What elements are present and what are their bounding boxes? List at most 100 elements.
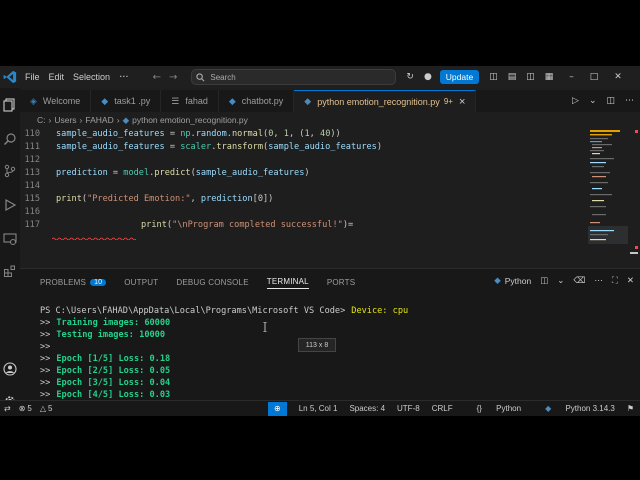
status-right: ⊕ Ln 5, Col 1 Spaces: 4 UTF-8 CRLF {} Py… (256, 401, 640, 416)
notifications-bell-icon[interactable]: ⚑ (627, 404, 634, 413)
run-dropdown-icon[interactable]: ⌄ (589, 96, 597, 106)
more-actions-icon[interactable]: ⋯ (625, 96, 634, 106)
close-tab-icon[interactable]: × (459, 96, 465, 108)
back-arrow-icon[interactable]: ← (153, 72, 161, 83)
tab-task1[interactable]: ◆ task1 .py (91, 90, 162, 112)
code-line[interactable]: 110 sample_audio_features = np.random.nor… (20, 127, 340, 140)
toggle-secondary-sidebar-icon[interactable]: ◫ (526, 72, 535, 82)
source-control-share-icon[interactable]: ↻ (406, 72, 414, 82)
tab-debug-console[interactable]: DEBUG CONSOLE (176, 275, 248, 289)
update-button[interactable]: Update (439, 70, 480, 84)
panel-more-icon[interactable]: ⋯ (594, 275, 603, 286)
terminal-line: >> Epoch [2/5] Loss: 0.05 (40, 365, 408, 377)
account-icon[interactable] (3, 362, 17, 376)
breadcrumb-drive[interactable]: C: (37, 115, 46, 125)
customize-layout-icon[interactable]: ▦ (545, 72, 554, 82)
language-mode[interactable]: {} Python (465, 404, 521, 413)
tab-terminal[interactable]: TERMINAL (266, 275, 309, 289)
warning-icon[interactable]: △ (40, 404, 46, 413)
minimize-icon[interactable]: – (569, 72, 574, 82)
terminal-prompt: >> (40, 354, 51, 364)
tab-label: task1 .py (114, 96, 151, 106)
cursor-position[interactable]: Ln 5, Col 1 (299, 404, 338, 413)
line-number: 115 (24, 193, 40, 204)
terminal-line: >> Epoch [1/5] Loss: 0.18 (40, 353, 408, 365)
breadcrumb-user[interactable]: FAHAD (85, 115, 113, 125)
error-squiggle (52, 237, 136, 240)
copilot-icon[interactable]: ● (424, 72, 432, 82)
code-line[interactable]: 113 prediction = model.predict(sample_aud… (20, 166, 309, 179)
run-file-icon[interactable]: ▷ (572, 96, 579, 106)
split-editor-icon[interactable]: ◫ (606, 96, 615, 106)
tab-ports[interactable]: PORTS (327, 275, 355, 289)
code-line[interactable]: 116 (20, 205, 56, 218)
editor-scrollbar[interactable] (630, 126, 638, 266)
end-of-line[interactable]: CRLF (432, 404, 453, 413)
remote-explorer-icon[interactable] (3, 232, 17, 246)
terminal-line: PS C:\Users\FAHAD\AppData\Local\Programs… (40, 305, 408, 317)
tab-debug-console-label: DEBUG CONSOLE (176, 277, 249, 287)
problems-badge: 10 (90, 278, 107, 286)
menu-edit[interactable]: Edit (49, 72, 65, 82)
remote-icon[interactable]: ⇄ (4, 404, 11, 413)
search-input[interactable]: Search (191, 69, 397, 85)
terminal-text: Device: cpu (351, 306, 409, 316)
text-cursor-icon (263, 322, 267, 332)
maximize-panel-icon[interactable]: ⛶ (612, 275, 618, 286)
code-line[interactable]: 115 print("Predicted Emotion:", predictio… (20, 192, 273, 205)
new-terminal-icon[interactable]: ◫ (540, 275, 548, 286)
error-icon[interactable]: ⊗ (19, 404, 26, 413)
menu-more-icon[interactable]: ··· (119, 72, 129, 83)
search-sidebar-icon[interactable] (3, 132, 17, 146)
tab-output[interactable]: OUTPUT (124, 275, 158, 289)
code-editor[interactable]: 110 sample_audio_features = np.random.nor… (20, 126, 620, 266)
tab-label: python emotion_recognition.py (317, 96, 440, 107)
run-debug-icon[interactable] (3, 198, 17, 212)
encoding[interactable]: UTF-8 (397, 404, 420, 413)
maximize-icon[interactable]: □ (590, 72, 599, 82)
menu-selection[interactable]: Selection (73, 72, 110, 82)
tab-output-label: OUTPUT (124, 277, 159, 287)
tab-welcome[interactable]: ◈ Welcome (20, 90, 92, 112)
terminal-line: >> Epoch [3/5] Loss: 0.04 (40, 377, 408, 389)
editor-tabs: ◈ Welcome ◆ task1 .py ☰ fahad ◆ chatbot.… (20, 90, 640, 112)
python-file-icon: ◆ (122, 114, 130, 125)
code-line[interactable]: 111 sample_audio_features = scaler.transf… (20, 140, 382, 153)
braces-icon: {} (476, 404, 482, 413)
terminal-shell-label[interactable]: Python (505, 276, 531, 286)
breadcrumb-file[interactable]: python emotion_recognition.py (132, 115, 248, 125)
minimap[interactable] (588, 126, 628, 266)
terminal-output[interactable]: PS C:\Users\FAHAD\AppData\Local\Programs… (40, 305, 408, 401)
tab-chatbot[interactable]: ◆ chatbot.py (219, 90, 295, 112)
kill-terminal-icon[interactable]: ⌫ (573, 275, 585, 286)
code-line[interactable]: 114 (20, 179, 56, 192)
close-panel-icon[interactable]: ✕ (627, 275, 634, 286)
tab-emotion-recognition[interactable]: ◆ python emotion_recognition.py 9+ × (294, 90, 477, 112)
interpreter-label: Python 3.14.3 (565, 404, 615, 413)
panel-tabs: PROBLEMS 10 OUTPUT DEBUG CONSOLE TERMINA… (40, 275, 373, 289)
extensions-icon[interactable] (3, 264, 17, 278)
search-icon (196, 72, 205, 81)
indentation[interactable]: Spaces: 4 (349, 404, 385, 413)
code-text: print("Predicted Emotion:", prediction[0… (56, 193, 274, 204)
forward-arrow-icon[interactable]: → (169, 72, 177, 83)
warnings-count[interactable]: 5 (48, 404, 52, 413)
line-number: 117 (24, 219, 40, 230)
python-interpreter[interactable]: ◆ Python 3.14.3 (533, 404, 615, 413)
toggle-primary-sidebar-icon[interactable]: ◫ (489, 72, 498, 82)
errors-count[interactable]: 5 (27, 404, 31, 413)
explorer-icon[interactable] (3, 98, 17, 112)
menu-file[interactable]: File (25, 72, 40, 82)
breadcrumb-users[interactable]: Users (54, 115, 76, 125)
code-line[interactable]: 112 (20, 153, 56, 166)
close-window-icon[interactable]: ✕ (614, 72, 622, 82)
chevron-right-icon: › (116, 115, 120, 125)
zoom-icon[interactable]: ⊕ (268, 401, 287, 416)
chevron-right-icon: › (79, 115, 83, 125)
source-control-icon[interactable] (3, 164, 17, 178)
toggle-panel-icon[interactable]: ▤ (508, 72, 517, 82)
tab-problems[interactable]: PROBLEMS 10 (40, 275, 107, 289)
code-line[interactable]: 117 print("\nProgram completed successful… (20, 218, 353, 231)
terminal-dropdown-icon[interactable]: ⌄ (557, 275, 564, 286)
tab-fahad[interactable]: ☰ fahad (161, 90, 219, 112)
